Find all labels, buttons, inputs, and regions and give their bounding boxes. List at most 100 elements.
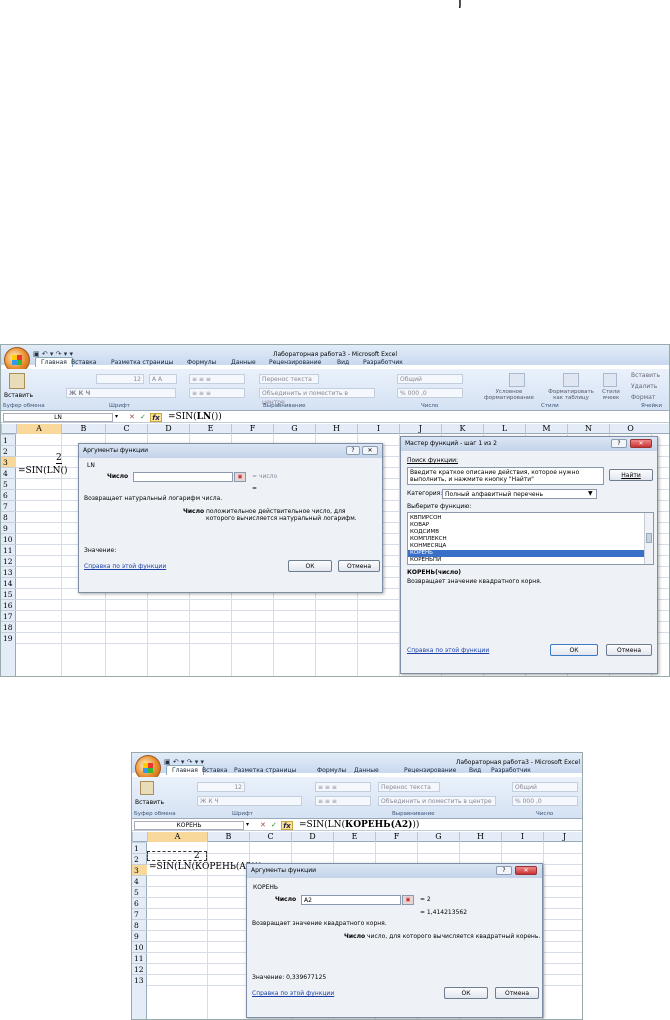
tab-page-layout[interactable]: Разметка страницы bbox=[234, 767, 296, 774]
merge-center-button[interactable]: Объединить и поместить в центре bbox=[378, 796, 496, 806]
column-header-c[interactable]: C bbox=[249, 832, 291, 842]
column-header-a[interactable]: A bbox=[147, 832, 207, 842]
insert-function-icon[interactable]: fx bbox=[150, 413, 162, 422]
number-format-buttons[interactable]: % 000 ,0 bbox=[512, 796, 578, 806]
help-button[interactable]: ? bbox=[346, 446, 360, 455]
column-header-g[interactable]: G bbox=[417, 832, 459, 842]
delete-cells-button[interactable]: Удалить bbox=[631, 383, 657, 390]
font-grow-shrink[interactable]: A A bbox=[149, 374, 177, 384]
column-header-f[interactable]: F bbox=[375, 832, 417, 842]
row-header-18[interactable]: 18 bbox=[1, 621, 16, 632]
align-top-buttons[interactable]: ≡ ≡ ≡ bbox=[189, 374, 245, 384]
row-header-10[interactable]: 10 bbox=[1, 533, 16, 544]
row-header-7[interactable]: 7 bbox=[1, 500, 16, 511]
tab-view[interactable]: Вид bbox=[337, 359, 349, 366]
column-header-e[interactable]: E bbox=[333, 832, 375, 842]
list-item[interactable]: КОНМЕСЯЦА bbox=[410, 543, 446, 550]
function-list[interactable]: КВПИРСОН КОВАР КОДСИМВ КОМПЛЕКСН КОНМЕСЯ… bbox=[407, 512, 654, 565]
tab-insert[interactable]: Вставка bbox=[71, 359, 96, 366]
tab-formulas[interactable]: Формулы bbox=[317, 767, 346, 774]
font-size-select[interactable]: 12 bbox=[96, 374, 144, 384]
row-header-4[interactable]: 4 bbox=[1, 467, 16, 478]
tab-developer[interactable]: Разработчик bbox=[491, 767, 531, 774]
row-header-5[interactable]: 5 bbox=[132, 886, 147, 897]
wrap-text-button[interactable]: Перенос текста bbox=[378, 782, 440, 792]
align-buttons[interactable]: ≡ ≡ ≡ bbox=[189, 388, 245, 398]
conditional-formatting-icon[interactable] bbox=[509, 373, 525, 387]
format-cells-button[interactable]: Формат bbox=[631, 394, 655, 401]
wrap-text-button[interactable]: Перенос текста bbox=[259, 374, 319, 384]
wizard-close-button[interactable]: ✕ bbox=[630, 439, 652, 448]
tab-insert[interactable]: Вставка bbox=[202, 767, 227, 774]
tab-data[interactable]: Данные bbox=[231, 359, 256, 366]
ok-button[interactable]: ОК bbox=[288, 560, 332, 572]
column-header-m[interactable]: M bbox=[525, 424, 567, 434]
row-header-15[interactable]: 15 bbox=[1, 588, 16, 599]
wizard-ok-button[interactable]: ОК bbox=[550, 644, 598, 656]
tab-home[interactable]: Главная bbox=[166, 765, 204, 775]
cell-styles-icon[interactable] bbox=[603, 373, 617, 387]
row-header-8[interactable]: 8 bbox=[1, 511, 16, 522]
tab-home[interactable]: Главная bbox=[35, 357, 73, 367]
row-header-10[interactable]: 10 bbox=[132, 941, 147, 952]
row-header-1[interactable]: 1 bbox=[132, 842, 147, 853]
cancel-button[interactable]: Отмена bbox=[338, 560, 380, 572]
column-header-d[interactable]: D bbox=[147, 424, 189, 434]
wizard-help-link[interactable]: Справка по этой функции bbox=[407, 647, 489, 654]
row-header-8[interactable]: 8 bbox=[132, 919, 147, 930]
align-top-buttons[interactable]: ≡ ≡ ≡ bbox=[315, 782, 371, 792]
collapse-dialog-icon[interactable]: ▣ bbox=[234, 472, 246, 482]
row-header-7[interactable]: 7 bbox=[132, 908, 147, 919]
help-button[interactable]: ? bbox=[496, 866, 512, 875]
row-header-2[interactable]: 2 bbox=[132, 853, 147, 864]
close-button[interactable]: ✕ bbox=[362, 446, 378, 455]
row-header-6[interactable]: 6 bbox=[1, 489, 16, 500]
number-format-select[interactable]: Общий bbox=[512, 782, 578, 792]
column-header-h[interactable]: H bbox=[315, 424, 357, 434]
number-format-buttons[interactable]: % 000 ,0 bbox=[397, 388, 463, 398]
cell-a2[interactable]: 2 bbox=[194, 851, 200, 861]
confirm-entry-icon[interactable]: ✓ bbox=[140, 413, 146, 421]
wizard-help-button[interactable]: ? bbox=[611, 439, 627, 448]
tab-developer[interactable]: Разработчик bbox=[363, 359, 403, 366]
list-item[interactable]: КВПИРСОН bbox=[410, 515, 442, 522]
column-header-l[interactable]: L bbox=[483, 424, 525, 434]
font-style-buttons[interactable]: Ж К Ч bbox=[66, 388, 176, 398]
tab-page-layout[interactable]: Разметка страницы bbox=[111, 359, 173, 366]
column-header-o[interactable]: O bbox=[609, 424, 651, 434]
column-header-k[interactable]: K bbox=[441, 424, 483, 434]
column-header-b[interactable]: B bbox=[61, 424, 105, 434]
search-input[interactable]: Введите краткое описание действия, котор… bbox=[407, 467, 604, 485]
column-header-e[interactable]: E bbox=[189, 424, 231, 434]
cell-a2[interactable]: 2 bbox=[56, 453, 62, 464]
row-header-12[interactable]: 12 bbox=[1, 555, 16, 566]
tab-review[interactable]: Рецензирование bbox=[404, 767, 456, 774]
collapse-dialog-icon[interactable]: ▣ bbox=[402, 895, 414, 905]
row-header-5[interactable]: 5 bbox=[1, 478, 16, 489]
list-scrollbar[interactable] bbox=[644, 513, 653, 564]
row-header-16[interactable]: 16 bbox=[1, 599, 16, 610]
column-header-j[interactable]: J bbox=[399, 424, 441, 434]
row-header-3[interactable]: 3 bbox=[1, 456, 16, 467]
list-item[interactable]: КОВАР bbox=[410, 522, 429, 529]
column-header-g[interactable]: G bbox=[273, 424, 315, 434]
close-button[interactable]: ✕ bbox=[515, 866, 537, 875]
help-link[interactable]: Справка по этой функции bbox=[84, 563, 166, 570]
row-header-14[interactable]: 14 bbox=[1, 577, 16, 588]
row-header-19[interactable]: 19 bbox=[1, 632, 16, 643]
paste-button[interactable]: Вставить bbox=[135, 799, 164, 806]
select-all-corner[interactable] bbox=[1, 424, 16, 434]
tab-view[interactable]: Вид bbox=[469, 767, 481, 774]
conditional-formatting-button[interactable]: Условное форматирование bbox=[479, 389, 539, 401]
column-header-j[interactable]: J bbox=[543, 832, 582, 842]
row-header-6[interactable]: 6 bbox=[132, 897, 147, 908]
formula-input[interactable]: =SIN(LN()) bbox=[168, 412, 222, 423]
cell-a3[interactable]: =SIN(LN() bbox=[18, 466, 68, 476]
row-header-2[interactable]: 2 bbox=[1, 445, 16, 456]
find-button[interactable]: Найти bbox=[609, 469, 653, 481]
paste-icon[interactable] bbox=[140, 781, 154, 795]
list-item[interactable]: КОРЕНЬПИ bbox=[410, 557, 441, 564]
paste-icon[interactable] bbox=[9, 373, 25, 389]
formula-input[interactable]: =SIN(LN(КОРЕНЬ(A2))) bbox=[299, 820, 419, 831]
column-header-c[interactable]: C bbox=[105, 424, 147, 434]
